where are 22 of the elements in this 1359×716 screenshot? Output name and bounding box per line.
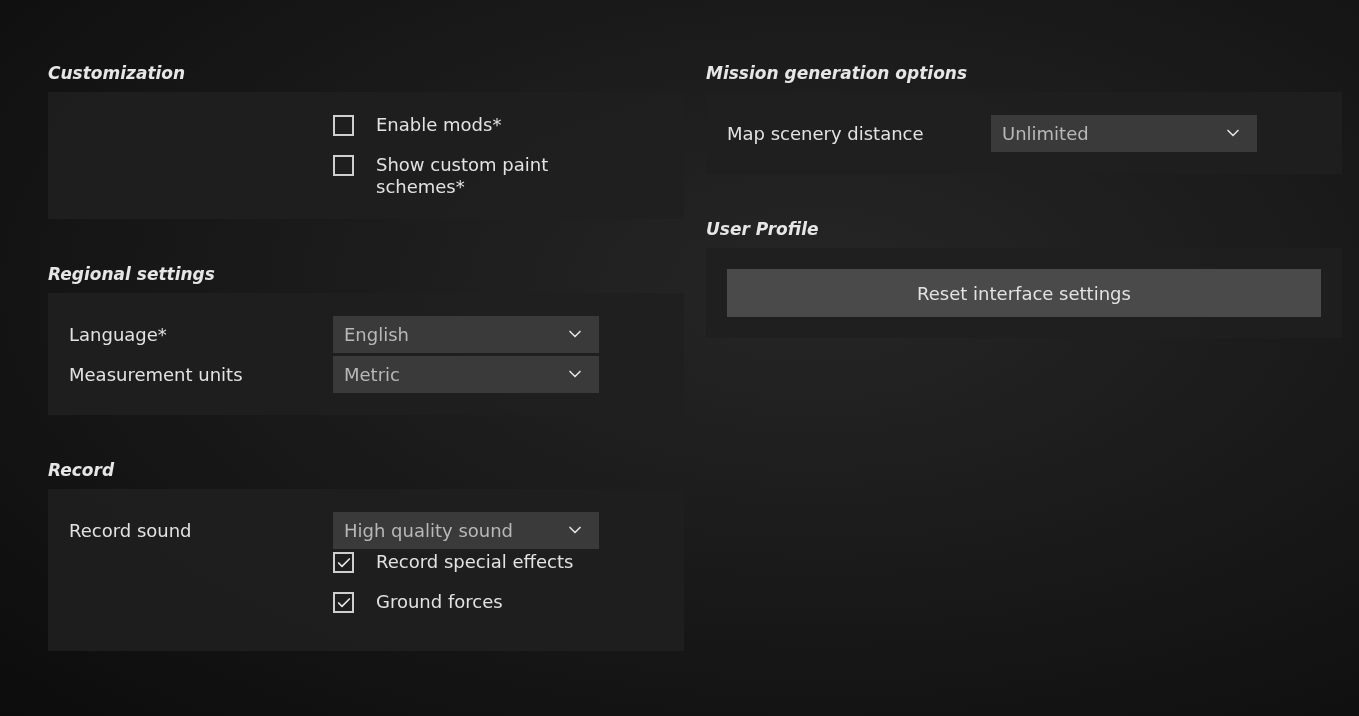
checkbox[interactable] [333,115,354,136]
checkbox-label: Show custom paint schemes* [376,154,550,198]
section-title: Regional settings [48,263,216,286]
setting-label: Record sound [69,518,193,543]
section-title: User Profile [706,218,820,241]
section-title: Record [48,459,116,482]
section-title: Customization [48,62,187,85]
setting-label: Language* [69,322,168,347]
checkbox[interactable] [333,155,354,176]
setting-label: Map scenery distance [727,121,925,146]
reset-button[interactable]: Reset interface settings [727,269,1321,317]
dropdown[interactable]: Unlimited [991,114,1257,152]
checkbox-label: Record special effects [376,551,574,573]
checkbox[interactable] [333,592,354,613]
dropdown[interactable]: High quality sound [333,511,599,549]
checkbox[interactable] [333,552,354,573]
setting-label: Measurement units [69,362,244,387]
checkbox-label: Ground forces [376,591,503,613]
dropdown[interactable]: Metric [333,355,599,393]
checkbox-label: Enable mods* [376,114,502,136]
dropdown[interactable]: English [333,315,599,353]
section-title: Mission generation options [706,62,969,85]
